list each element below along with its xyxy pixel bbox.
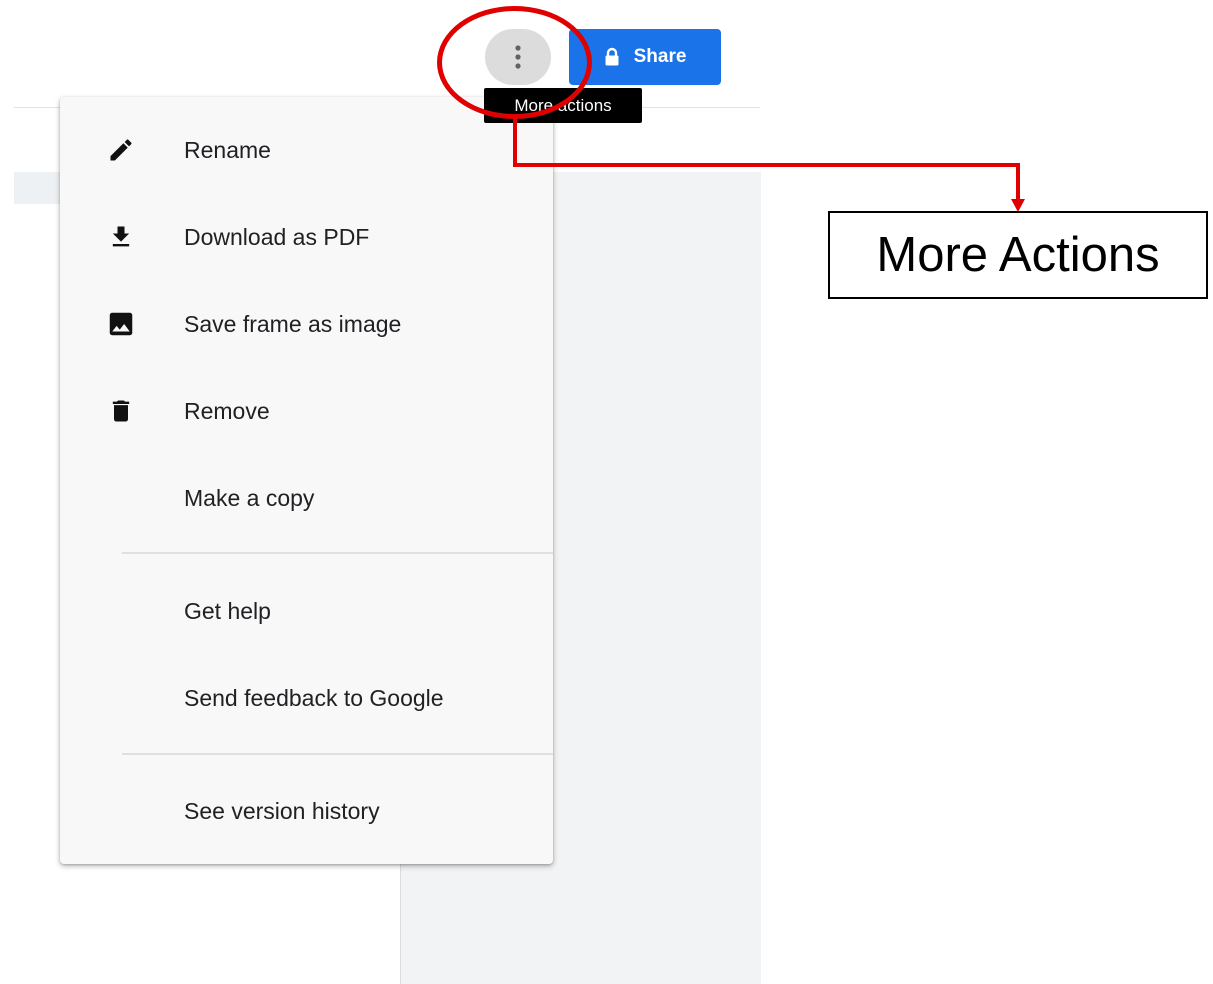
share-button[interactable]: Share (569, 29, 721, 85)
menu-item-download-pdf[interactable]: Download as PDF (60, 205, 553, 269)
menu-divider (122, 753, 553, 755)
more-actions-button[interactable] (485, 29, 551, 85)
image-icon (104, 307, 138, 341)
menu-item-get-help[interactable]: Get help (60, 579, 553, 643)
share-button-label: Share (633, 46, 687, 67)
menu-item-label: Get help (184, 597, 271, 624)
menu-item-remove[interactable]: Remove (60, 379, 553, 443)
more-actions-menu: Rename Download as PDF Save frame as ima… (60, 97, 553, 864)
download-icon (104, 220, 138, 254)
menu-item-version-history[interactable]: See version history (60, 779, 553, 843)
pencil-icon (104, 133, 138, 167)
menu-item-label: Rename (184, 136, 271, 163)
menu-item-send-feedback[interactable]: Send feedback to Google (60, 666, 553, 730)
more-actions-tooltip: More actions (484, 88, 642, 123)
menu-item-save-frame-image[interactable]: Save frame as image (60, 292, 553, 356)
menu-item-label: See version history (184, 797, 380, 824)
trash-icon (104, 394, 138, 428)
more-vert-icon (515, 45, 521, 69)
menu-divider (122, 552, 553, 554)
menu-item-rename[interactable]: Rename (60, 118, 553, 182)
callout-label-box: More Actions (828, 211, 1208, 299)
menu-item-label: Download as PDF (184, 223, 370, 250)
menu-item-make-copy[interactable]: Make a copy (60, 466, 553, 530)
menu-item-label: Save frame as image (184, 310, 402, 337)
menu-item-label: Make a copy (184, 484, 315, 511)
lock-icon (605, 47, 619, 66)
menu-item-label: Send feedback to Google (184, 684, 444, 711)
menu-item-label: Remove (184, 397, 270, 424)
